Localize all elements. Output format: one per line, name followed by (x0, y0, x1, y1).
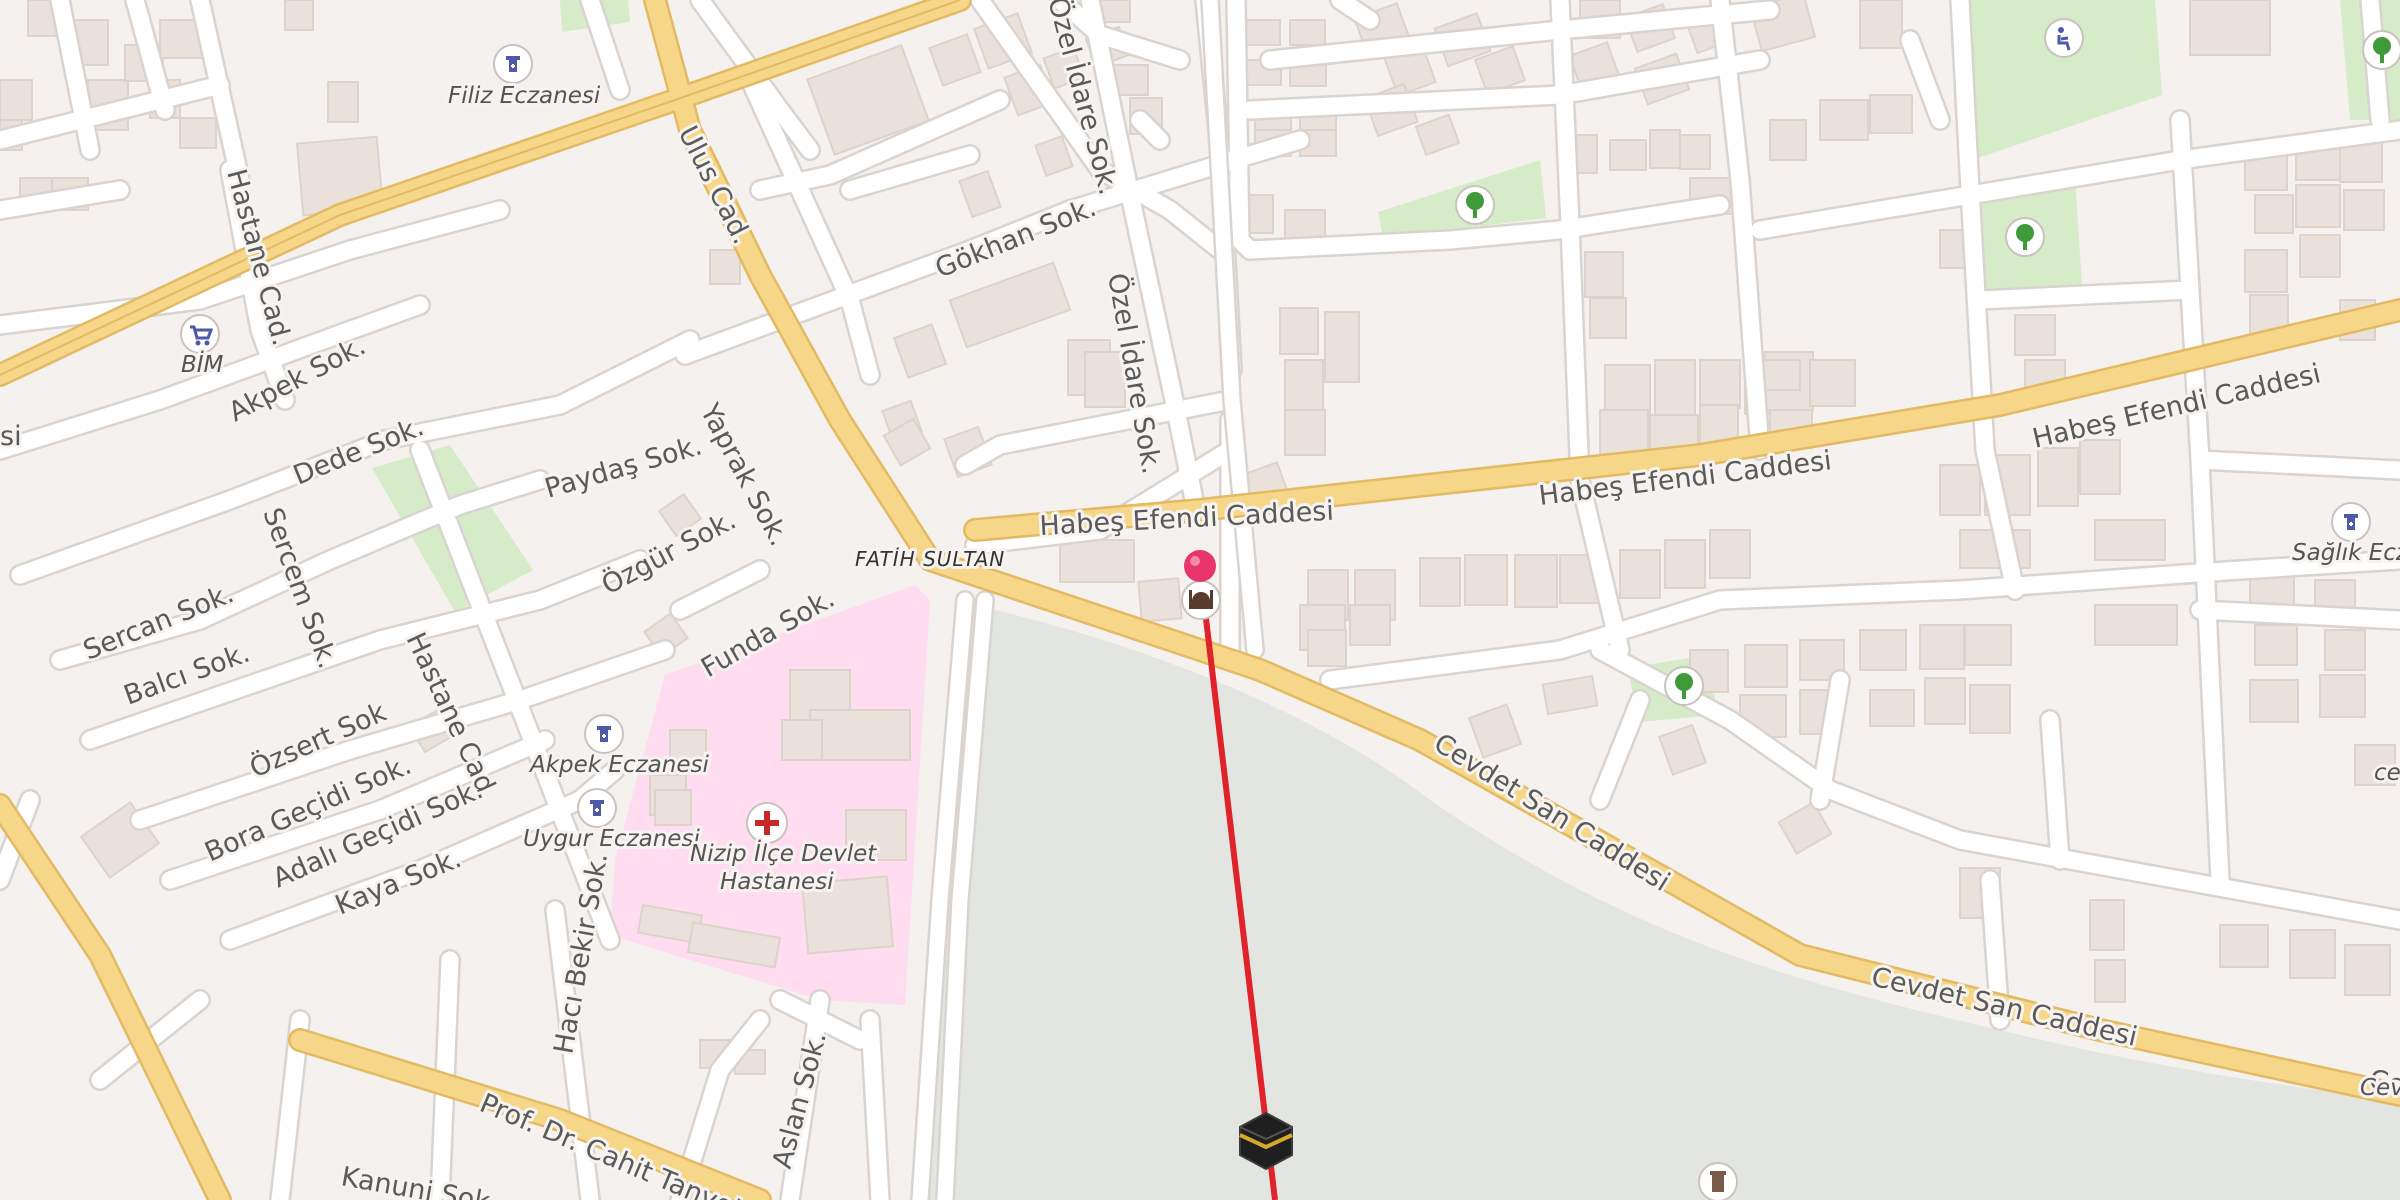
map-view[interactable]: Ulus Cad. Gökhan Sok. Özel İdare Sok. Öz… (0, 0, 2400, 1200)
pharmacy-icon[interactable] (493, 44, 533, 84)
poi-label-hospital[interactable]: Nizip İlçe Devlet (687, 836, 880, 870)
tree-icon[interactable] (2005, 217, 2045, 257)
poi-label-edge-cev: Cev (2360, 1075, 2400, 1101)
monument-icon[interactable] (1698, 1162, 1738, 1200)
tree-icon[interactable] (1455, 185, 1495, 225)
tree-icon[interactable] (2362, 30, 2400, 70)
hospital-cross-icon[interactable] (746, 802, 788, 844)
tree-icon[interactable] (1664, 666, 1704, 706)
pharmacy-icon[interactable] (2331, 502, 2371, 542)
poi-label-edge-ce: ce (2374, 760, 2400, 786)
poi-label-saglik-eczanesi[interactable]: Sağlık Eczan (2289, 537, 2400, 569)
poi-label-filiz-eczanesi[interactable]: Filiz Eczanesi (445, 80, 604, 112)
poi-label-uygur-eczanesi[interactable]: Uygur Eczanesi (520, 823, 703, 855)
shopping-cart-icon[interactable] (180, 314, 220, 354)
pharmacy-icon[interactable] (584, 714, 624, 754)
location-pin[interactable] (1184, 550, 1216, 582)
district-label: FATİH SULTAN (855, 547, 1005, 571)
poi-label-hospital-line2[interactable]: Hastanesi (717, 866, 837, 898)
poi-label-akpek-eczanesi[interactable]: Akpek Eczanesi (525, 749, 712, 781)
pharmacy-icon[interactable] (577, 788, 617, 828)
playground-icon[interactable] (2044, 18, 2084, 58)
map-canvas[interactable]: Ulus Cad. Gökhan Sok. Özel İdare Sok. Öz… (0, 0, 2400, 1200)
street-label: si (0, 421, 22, 452)
mosque-icon[interactable] (1181, 580, 1221, 620)
poi-label-bim[interactable]: BİM (178, 347, 227, 381)
